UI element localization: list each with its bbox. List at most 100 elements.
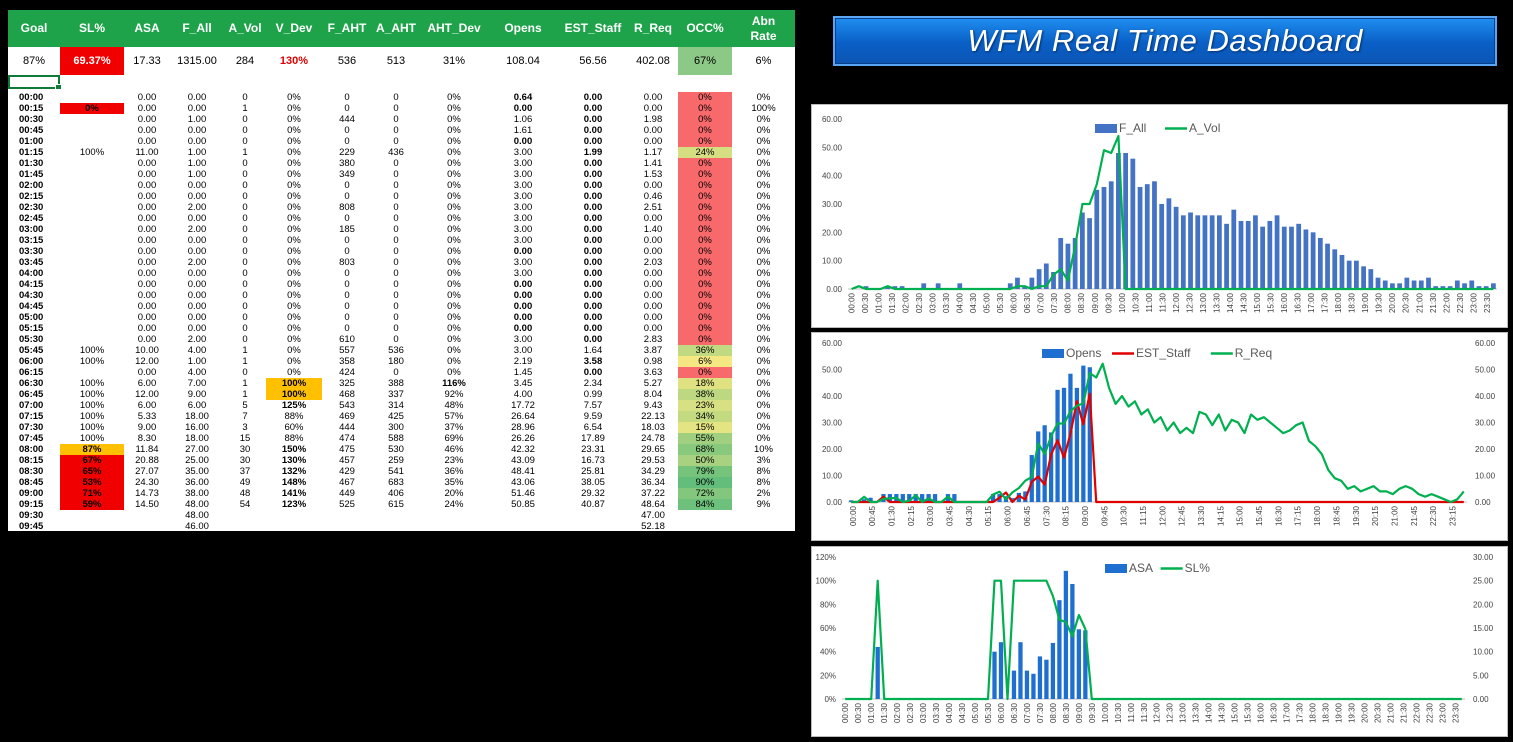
cell-t[interactable]: 09:00 (8, 488, 60, 499)
cell-avol[interactable]: 0 (224, 312, 266, 323)
cell-est[interactable]: 0.00 (558, 202, 628, 213)
cell-rreq[interactable]: 1.98 (628, 114, 678, 125)
cell-rreq[interactable]: 34.29 (628, 466, 678, 477)
cell-aaht[interactable]: 0 (372, 103, 420, 114)
cell-asa[interactable]: 0.00 (124, 169, 170, 180)
cell-vdev[interactable]: 0% (266, 257, 322, 268)
cell-t[interactable]: 01:45 (8, 169, 60, 180)
cell-sl[interactable]: 100% (60, 345, 124, 356)
cell-vdev[interactable]: 125% (266, 400, 322, 411)
cell-abn[interactable]: 0% (732, 422, 795, 433)
cell-occ[interactable]: 0% (678, 279, 732, 290)
cell-opens[interactable]: 3.45 (488, 378, 558, 389)
cell-faht[interactable]: 468 (322, 389, 372, 400)
cell-abn[interactable]: 0% (732, 257, 795, 268)
cell-est[interactable]: 29.32 (558, 488, 628, 499)
cell-aaht[interactable]: 436 (372, 147, 420, 158)
cell-abn[interactable]: 0% (732, 114, 795, 125)
cell-asa[interactable]: 9.00 (124, 422, 170, 433)
cell-abn[interactable]: 8% (732, 477, 795, 488)
cell-rreq[interactable]: 1.53 (628, 169, 678, 180)
cell-faht[interactable]: 0 (322, 136, 372, 147)
cell-avol[interactable]: 0 (224, 301, 266, 312)
cell-vdev[interactable]: 100% (266, 378, 322, 389)
cell-vdev[interactable]: 60% (266, 422, 322, 433)
cell-asa[interactable]: 5.33 (124, 411, 170, 422)
cell-asa[interactable]: 14.50 (124, 499, 170, 510)
cell-t[interactable]: 04:15 (8, 279, 60, 290)
cell-rreq[interactable]: 22.13 (628, 411, 678, 422)
cell-vdev[interactable]: 123% (266, 499, 322, 510)
cell-sl[interactable] (60, 158, 124, 169)
cell-abn[interactable]: 0% (732, 224, 795, 235)
cell-rreq[interactable]: 3.63 (628, 367, 678, 378)
col-header-aht-dev[interactable]: AHT_Dev (420, 10, 488, 47)
cell-est[interactable]: 2.34 (558, 378, 628, 389)
cell-faht[interactable]: 424 (322, 367, 372, 378)
cell-vdev[interactable]: 0% (266, 268, 322, 279)
cell-sl[interactable] (60, 114, 124, 125)
cell-fall[interactable]: 1.00 (170, 114, 224, 125)
cell-opens[interactable]: 0.00 (488, 246, 558, 257)
cell-faht[interactable]: 475 (322, 444, 372, 455)
cell-avol[interactable]: 5 (224, 400, 266, 411)
cell-rreq[interactable]: 0.98 (628, 356, 678, 367)
cell-ahtdev[interactable] (420, 521, 488, 532)
cell-fall[interactable]: 4.00 (170, 345, 224, 356)
cell-occ[interactable]: 15% (678, 422, 732, 433)
cell-fall[interactable]: 2.00 (170, 202, 224, 213)
cell-fall[interactable]: 9.00 (170, 389, 224, 400)
cell-aaht[interactable]: 588 (372, 433, 420, 444)
cell-abn[interactable] (732, 521, 795, 532)
cell-asa[interactable]: 24.30 (124, 477, 170, 488)
cell-avol[interactable]: 1 (224, 378, 266, 389)
cell-ahtdev[interactable]: 36% (420, 466, 488, 477)
cell-fall[interactable]: 6.00 (170, 400, 224, 411)
cell-opens[interactable]: 0.00 (488, 301, 558, 312)
cell-aaht[interactable]: 0 (372, 268, 420, 279)
cell-asa[interactable]: 12.00 (124, 389, 170, 400)
cell-rreq[interactable]: 18.03 (628, 422, 678, 433)
cell-faht[interactable]: 0 (322, 290, 372, 301)
cell-aaht[interactable]: 0 (372, 125, 420, 136)
cell-faht[interactable] (322, 510, 372, 521)
cell-aaht[interactable]: 0 (372, 312, 420, 323)
cell-opens[interactable]: 0.00 (488, 279, 558, 290)
cell-asa[interactable]: 0.00 (124, 268, 170, 279)
cell-t[interactable]: 07:00 (8, 400, 60, 411)
cell-occ[interactable]: 68% (678, 444, 732, 455)
cell-abn[interactable]: 0% (732, 433, 795, 444)
cell-fall[interactable]: 0.00 (170, 246, 224, 257)
cell-est[interactable]: 0.00 (558, 290, 628, 301)
cell-opens[interactable] (488, 510, 558, 521)
cell-opens[interactable]: 26.64 (488, 411, 558, 422)
cell-faht[interactable]: 803 (322, 257, 372, 268)
cell-rreq[interactable]: 29.53 (628, 455, 678, 466)
cell-occ[interactable]: 0% (678, 114, 732, 125)
cell-ahtdev[interactable]: 0% (420, 312, 488, 323)
cell-sl[interactable]: 71% (60, 488, 124, 499)
cell-t[interactable]: 06:30 (8, 378, 60, 389)
cell-t[interactable]: 09:45 (8, 521, 60, 532)
cell-asa[interactable]: 0.00 (124, 114, 170, 125)
cell-t[interactable]: 01:00 (8, 136, 60, 147)
cell-t[interactable]: 02:15 (8, 191, 60, 202)
cell-asa[interactable]: 0.00 (124, 136, 170, 147)
cell-fall[interactable]: 0.00 (170, 213, 224, 224)
cell-vdev[interactable] (266, 521, 322, 532)
cell-avol[interactable]: 49 (224, 477, 266, 488)
cell-vdev[interactable] (266, 510, 322, 521)
cell-fall[interactable]: 36.00 (170, 477, 224, 488)
col-header-abn-rate[interactable]: Abn Rate (732, 10, 795, 47)
cell-vdev[interactable]: 0% (266, 301, 322, 312)
cell-fall[interactable]: 0.00 (170, 125, 224, 136)
cell-asa[interactable]: 0.00 (124, 92, 170, 103)
cell-opens[interactable]: 48.41 (488, 466, 558, 477)
cell-faht[interactable]: 474 (322, 433, 372, 444)
cell-sl[interactable]: 100% (60, 356, 124, 367)
cell-asa[interactable]: 6.00 (124, 400, 170, 411)
cell-asa[interactable]: 0.00 (124, 301, 170, 312)
cell-rreq[interactable]: 0.00 (628, 268, 678, 279)
cell-vdev[interactable]: 88% (266, 411, 322, 422)
cell-vdev[interactable]: 0% (266, 125, 322, 136)
